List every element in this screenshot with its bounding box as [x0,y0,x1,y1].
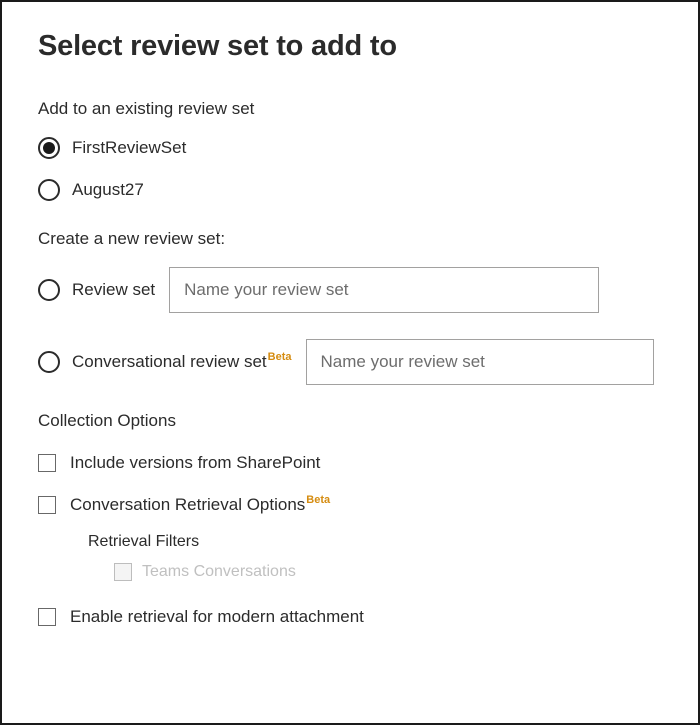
checkbox-icon[interactable] [38,608,56,626]
checkbox-label: Include versions from SharePoint [70,453,320,473]
conversational-label-text: Conversational review set [72,352,267,371]
page-title: Select review set to add to [38,30,662,63]
checkbox-icon[interactable] [38,496,56,514]
checkbox-label: Conversation Retrieval OptionsBeta [70,495,330,515]
radio-label: Review set [72,280,155,300]
checkbox-modern-attachment[interactable]: Enable retrieval for modern attachment [38,607,662,627]
radio-icon[interactable] [38,137,60,159]
beta-badge: Beta [268,351,292,363]
beta-badge: Beta [306,494,330,506]
existing-section-label: Add to an existing review set [38,99,662,119]
retrieval-filters-label: Retrieval Filters [88,533,662,551]
checkbox-label: Teams Conversations [142,563,296,581]
checkbox-conversation-retrieval[interactable]: Conversation Retrieval OptionsBeta [38,495,662,515]
checkbox-icon[interactable] [38,454,56,472]
radio-option-august27[interactable]: August27 [38,179,662,201]
collection-options-label: Collection Options [38,411,662,431]
radio-label: August27 [72,180,144,200]
radio-option-reviewset[interactable]: Review set [38,267,662,313]
radio-label: FirstReviewSet [72,138,186,158]
checkbox-label: Enable retrieval for modern attachment [70,607,364,627]
retrieval-filters-section: Retrieval Filters Teams Conversations [88,533,662,581]
radio-icon[interactable] [38,351,60,373]
radio-icon[interactable] [38,179,60,201]
create-section-label: Create a new review set: [38,229,662,249]
radio-option-firstreviewset[interactable]: FirstReviewSet [38,137,662,159]
review-set-name-input[interactable] [169,267,599,313]
radio-icon[interactable] [38,279,60,301]
conversation-retrieval-label-text: Conversation Retrieval Options [70,495,305,514]
checkbox-include-versions[interactable]: Include versions from SharePoint [38,453,662,473]
radio-option-conversational-reviewset[interactable]: Conversational review setBeta [38,339,662,385]
conversational-review-set-name-input[interactable] [306,339,654,385]
radio-label: Conversational review setBeta [72,352,292,372]
checkbox-teams-conversations: Teams Conversations [114,563,662,581]
checkbox-icon [114,563,132,581]
